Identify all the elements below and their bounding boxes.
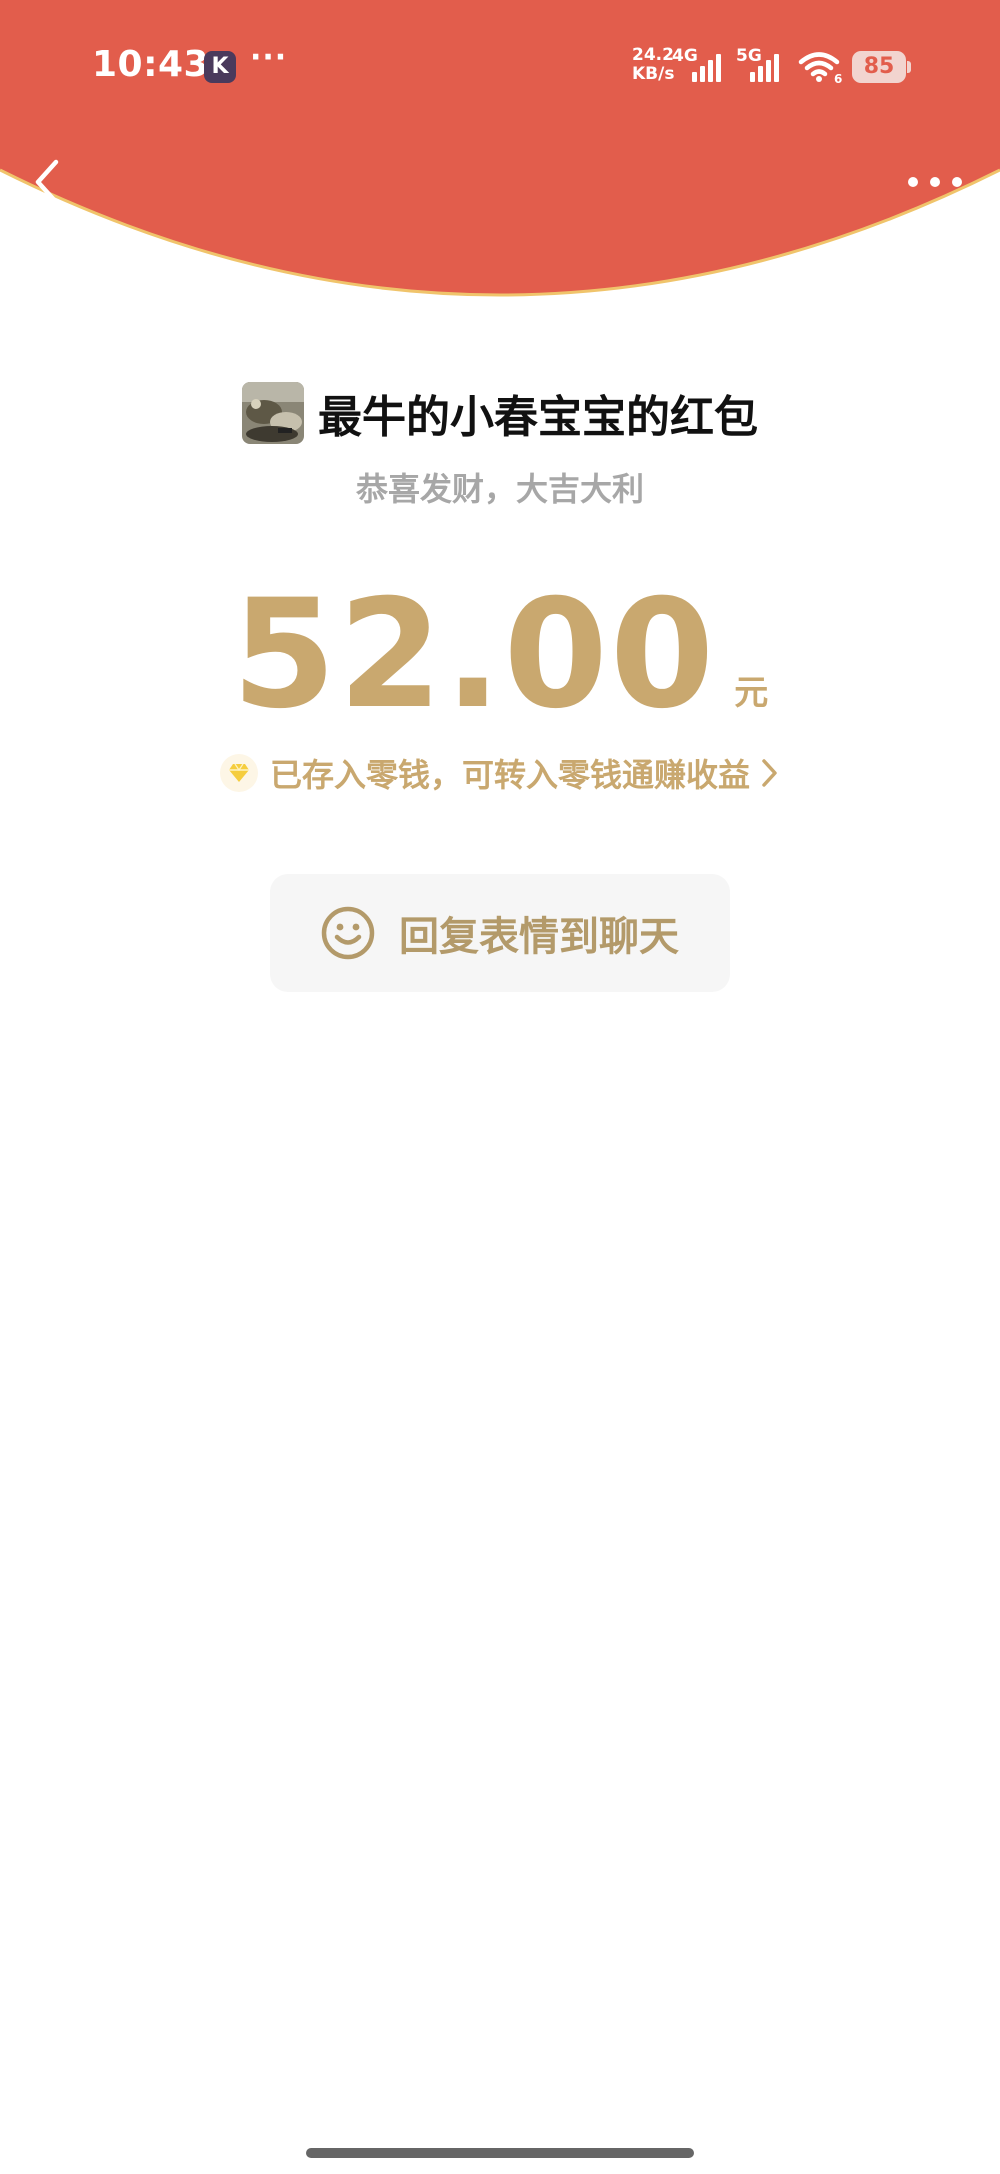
cell-signal-icon — [750, 54, 779, 82]
sender-avatar[interactable] — [242, 382, 304, 444]
red-packet-detail-screen: 10:43 K ··· 24.2 KB/s 4G 5G 6 85 最牛的小春宝宝… — [0, 0, 1000, 2174]
back-button[interactable] — [24, 152, 74, 212]
smile-icon — [321, 906, 375, 960]
reply-emoji-button[interactable]: 回复表情到聊天 — [270, 874, 730, 992]
reply-emoji-label: 回复表情到聊天 — [399, 914, 679, 960]
avatar-image — [242, 382, 304, 444]
app-notification-icon: K — [204, 51, 236, 83]
chevron-right-icon — [762, 759, 777, 787]
battery-icon: 85 — [852, 51, 906, 83]
status-time: 10:43 — [92, 44, 210, 85]
wallet-link[interactable]: 已存入零钱，可转入零钱通赚收益 — [0, 748, 1000, 798]
wifi-sub-label: 6 — [834, 72, 842, 84]
more-horizontal-icon — [908, 177, 962, 187]
amount-value: 52.00 — [231, 568, 717, 742]
status-more-dots: ··· — [250, 40, 288, 75]
status-bar: 10:43 K ··· 24.2 KB/s 4G 5G 6 85 — [0, 0, 1000, 140]
cell-signal-icon — [692, 54, 721, 82]
currency-label: 元 — [734, 673, 769, 713]
wallet-note: 已存入零钱，可转入零钱通赚收益 — [269, 756, 750, 794]
more-options-button[interactable] — [900, 160, 970, 204]
wifi-icon: 6 — [798, 52, 842, 84]
sender-title: 最牛的小春宝宝的红包 — [318, 392, 758, 443]
diamond-icon — [219, 754, 258, 792]
sender-row: 最牛的小春宝宝的红包 — [0, 378, 1000, 448]
amount-row: 52.00 元 — [0, 560, 1000, 730]
battery-nub — [907, 61, 911, 73]
blessing-text: 恭喜发财，大吉大利 — [355, 470, 644, 508]
chevron-left-icon — [35, 159, 59, 205]
home-indicator[interactable] — [306, 2148, 694, 2158]
